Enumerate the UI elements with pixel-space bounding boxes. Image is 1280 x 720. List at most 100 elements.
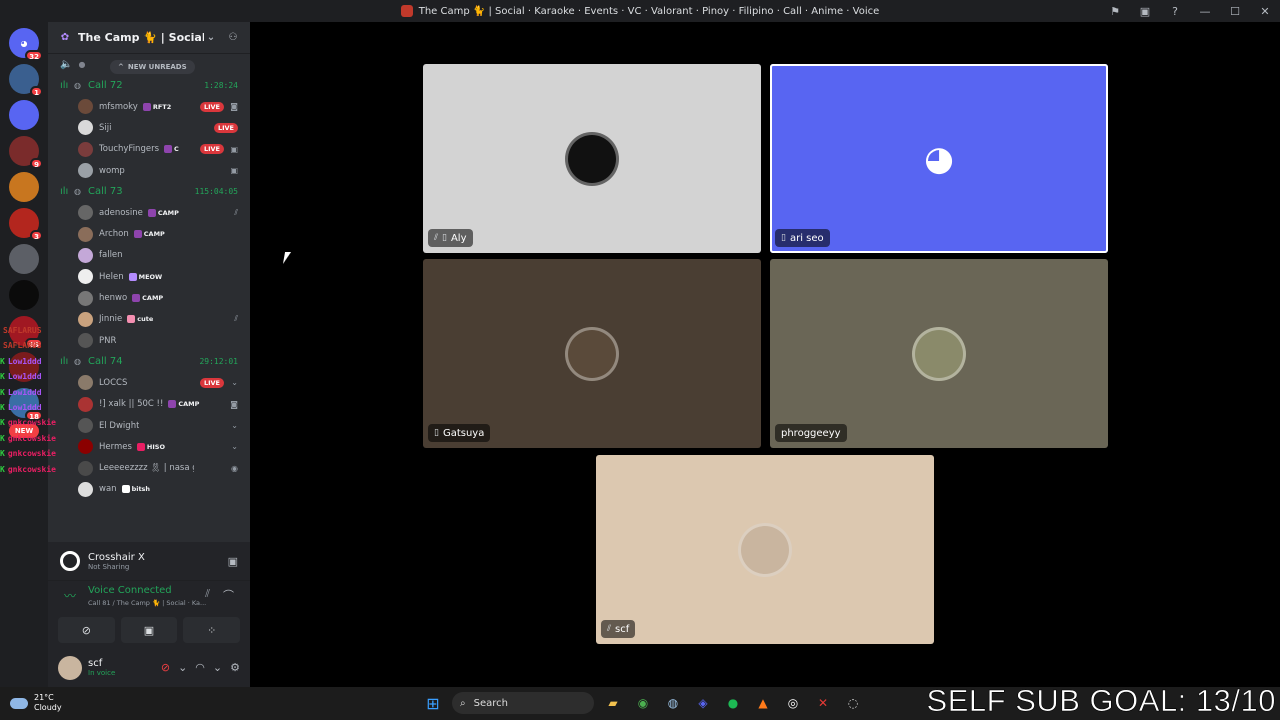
- discord-home-icon[interactable]: ◕ 32: [9, 28, 43, 61]
- server-icon[interactable]: 9: [9, 136, 43, 169]
- voice-user[interactable]: PNR: [48, 330, 250, 351]
- chat-line: Kgnkcowskie: [0, 418, 70, 433]
- windows-taskbar: 21°C Cloudy ⊞ ⌕ Search ▰ ◉ ◍ ◈ ● ▲ ◎ ✕ ◌…: [0, 683, 1280, 720]
- voice-user[interactable]: henwo CAMP: [48, 287, 250, 308]
- stream-chat-overlay: SAFLARUS SAFLARUS K Low1ddd K Low1ddd K Low1ddd…: [0, 326, 70, 480]
- cloud-icon: [10, 697, 28, 709]
- chrome-icon[interactable]: ◉: [632, 692, 654, 714]
- obs-icon[interactable]: ◎: [782, 692, 804, 714]
- taskbar-search[interactable]: ⌕ Search: [452, 692, 594, 714]
- server-icon[interactable]: [9, 172, 39, 202]
- server-icon[interactable]: [9, 100, 39, 130]
- voice-user[interactable]: fallen: [48, 245, 250, 266]
- voice-user[interactable]: womp ▣: [48, 160, 250, 181]
- voice-user[interactable]: Jinnie cute ⫽: [48, 309, 250, 330]
- activities-button[interactable]: ⁘: [183, 617, 241, 643]
- participant-tile[interactable]: ⫽ scf: [596, 455, 934, 644]
- headphones-icon[interactable]: ◠: [195, 661, 205, 674]
- minimize-button[interactable]: —: [1190, 0, 1220, 22]
- voice-channel-name: Call 73: [88, 186, 123, 198]
- chevron-down-icon[interactable]: ⌄: [178, 661, 187, 674]
- voice-user[interactable]: wan bitsh: [48, 479, 250, 500]
- unread-badge: 32: [25, 50, 43, 61]
- voice-user[interactable]: Leeeeezzzz 🎗 | nasa gym ◉: [48, 457, 250, 478]
- spotify-icon[interactable]: ●: [722, 692, 744, 714]
- share-screen-button[interactable]: ▣: [120, 617, 178, 643]
- role-tag-label: MEOW: [138, 272, 163, 281]
- signal-icon[interactable]: 〰: [64, 587, 76, 604]
- chevron-up-icon: ^: [118, 63, 124, 71]
- chevron-down-icon[interactable]: ⌄: [204, 31, 218, 45]
- dot-icon: ◉: [231, 463, 238, 473]
- voice-user[interactable]: Hermes HISO ⌄: [48, 436, 250, 457]
- voice-user[interactable]: !] xalk || 50C !! CAMP ◙: [48, 394, 250, 415]
- guild-header[interactable]: ✿ The Camp 🐈 | Social · ... ⌄ ⚇: [48, 22, 250, 54]
- avatar: [78, 481, 93, 497]
- voice-user[interactable]: Archon CAMP: [48, 223, 250, 244]
- steam-icon[interactable]: ◍: [662, 692, 684, 714]
- voice-user[interactable]: Siji LIVE: [48, 117, 250, 138]
- voice-user[interactable]: Helen MEOW: [48, 266, 250, 287]
- voice-user[interactable]: adenosine CAMP ⫽: [48, 202, 250, 223]
- voice-channel-call-74[interactable]: ılı ◍ Call 74 29:12:01: [48, 351, 250, 372]
- server-icon[interactable]: [9, 244, 39, 274]
- mic-muted-icon[interactable]: ⊘: [161, 661, 170, 674]
- invite-icon[interactable]: ⚇: [226, 31, 240, 45]
- live-badge[interactable]: LIVE: [199, 101, 224, 112]
- camera-off-button[interactable]: ⊘: [58, 617, 115, 643]
- mic-muted-icon: ⫽: [434, 233, 439, 243]
- new-unreads-pill[interactable]: ^ NEW UNREADS: [110, 60, 195, 74]
- maximize-button[interactable]: ☐: [1220, 0, 1250, 22]
- discord-icon[interactable]: ◈: [692, 692, 714, 714]
- live-badge[interactable]: LIVE: [213, 122, 238, 133]
- close-button[interactable]: ✕: [1250, 0, 1280, 22]
- stream-settings-icon[interactable]: ▣: [228, 555, 238, 568]
- tag-icon: [147, 208, 156, 217]
- participant-label: ⫽ ▯ Aly: [428, 229, 473, 247]
- chat-prefix: K: [0, 433, 5, 443]
- voice-user[interactable]: El Dwight ⌄: [48, 415, 250, 436]
- voice-channel-call-72[interactable]: ılı ◍ Call 72 1:28:24: [48, 75, 250, 96]
- live-badge[interactable]: LIVE: [199, 377, 224, 388]
- inbox-icon[interactable]: ⚑: [1100, 0, 1130, 22]
- weather-widget[interactable]: 21°C Cloudy: [10, 693, 62, 713]
- participant-tile[interactable]: phroggeeyy: [770, 259, 1108, 448]
- crosshair-icon: [60, 551, 80, 571]
- tag-icon: [142, 102, 151, 111]
- screen-share-icon[interactable]: ▣: [1130, 0, 1160, 22]
- chevron-down-icon[interactable]: ⌄: [213, 661, 222, 674]
- mobile-icon: ▯: [781, 233, 786, 243]
- chat-line: K Low1ddd: [0, 403, 70, 418]
- voice-user[interactable]: TouchyFingers C LIVE ▣: [48, 139, 250, 160]
- server-icon[interactable]: 1: [9, 64, 43, 97]
- voice-channel-path[interactable]: Call 81 / The Camp 🐈 | Social · Ka...: [88, 599, 206, 607]
- live-badge[interactable]: LIVE: [199, 144, 224, 155]
- app-misc-icon[interactable]: ◌: [842, 692, 864, 714]
- windows-start-icon[interactable]: ⊞: [422, 692, 444, 714]
- noise-suppression-icon[interactable]: ⫽: [205, 587, 210, 601]
- avatar[interactable]: [58, 655, 82, 680]
- voice-channel-call-73[interactable]: ılı ◍ Call 73 115:04:05: [48, 181, 250, 202]
- voice-user-name: Archon: [99, 229, 129, 240]
- gear-icon[interactable]: ⚙: [230, 661, 240, 674]
- voice-connected-label[interactable]: Voice Connected: [88, 585, 172, 596]
- help-icon[interactable]: ?: [1160, 0, 1190, 22]
- voice-user[interactable]: LOCCS LIVE ⌄: [48, 372, 250, 393]
- voice-user[interactable]: mfsmoky RFT2 LIVE ◙: [48, 96, 250, 117]
- screen-icon: ▣: [230, 166, 238, 176]
- tag-icon: [128, 272, 137, 281]
- lock-icon: ◍: [74, 187, 81, 197]
- server-icon[interactable]: [9, 280, 39, 310]
- app-orange-icon[interactable]: ▲: [752, 692, 774, 714]
- voice-user-name: wan: [99, 484, 117, 495]
- role-tag-label: cute: [137, 315, 154, 324]
- file-explorer-icon[interactable]: ▰: [602, 692, 624, 714]
- participant-tile[interactable]: ⫽ ▯ Aly: [423, 64, 761, 253]
- app-red-icon[interactable]: ✕: [812, 692, 834, 714]
- participant-tile[interactable]: ▯ Gatsuya: [423, 259, 761, 448]
- avatar: [78, 247, 93, 263]
- participant-label: ⫽ scf: [601, 620, 636, 638]
- disconnect-icon[interactable]: ⌒: [223, 587, 234, 603]
- server-icon[interactable]: 3: [9, 208, 43, 241]
- participant-tile[interactable]: ◕ ▯ ari seo: [770, 64, 1108, 253]
